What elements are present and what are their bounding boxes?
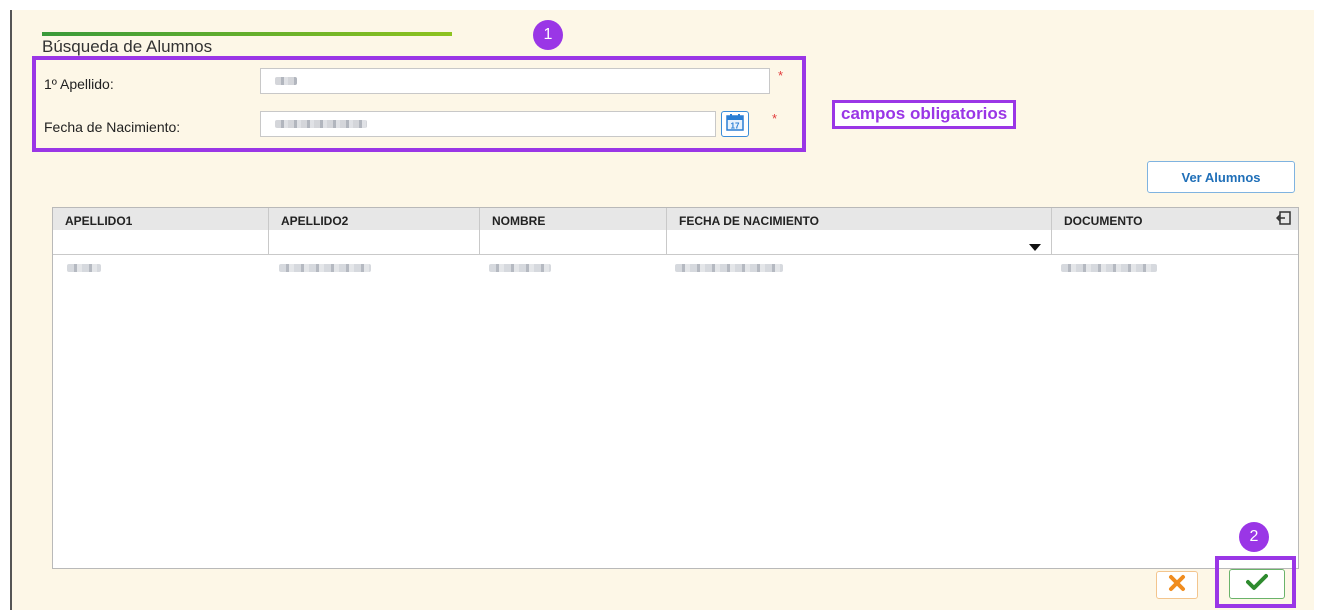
cell-apellido1-redacted [67, 264, 101, 272]
export-icon[interactable] [1275, 210, 1292, 231]
cell-documento-redacted [1061, 264, 1157, 272]
apellido-required-mark: * [778, 68, 784, 83]
fecha-required-mark: * [772, 111, 778, 126]
column-header-fecha-nacimiento[interactable]: FECHA DE NACIMIENTO [667, 208, 1052, 230]
close-icon [1167, 573, 1187, 598]
filter-documento[interactable] [1052, 230, 1298, 254]
calendar-button[interactable]: 17 [721, 111, 749, 137]
apellido-label: 1º Apellido: [44, 76, 114, 92]
svg-text:17: 17 [731, 121, 740, 130]
column-header-apellido2[interactable]: APELLIDO2 [269, 208, 480, 230]
search-panel: Búsqueda de Alumnos 1 1º Apellido: * Fec… [10, 10, 1314, 610]
filter-nombre[interactable] [480, 230, 667, 254]
check-icon [1246, 573, 1268, 596]
title-accent-bar [42, 32, 452, 36]
column-header-apellido1[interactable]: APELLIDO1 [53, 208, 269, 230]
step-badge-2: 2 [1239, 522, 1269, 552]
fecha-nacimiento-label: Fecha de Nacimiento: [44, 119, 181, 135]
apellido-input[interactable] [260, 68, 770, 94]
calendar-icon: 17 [725, 112, 745, 137]
grid-filter-row [53, 230, 1298, 255]
filter-apellido1[interactable] [53, 230, 269, 254]
section-title: Búsqueda de Alumnos [42, 37, 213, 56]
chevron-down-icon[interactable] [1029, 239, 1041, 257]
column-header-documento[interactable]: DOCUMENTO [1052, 208, 1298, 230]
cancel-button[interactable] [1156, 571, 1198, 599]
cell-apellido2-redacted [279, 264, 371, 272]
cell-nombre-redacted [489, 264, 551, 272]
fecha-nacimiento-input[interactable] [260, 111, 716, 137]
cell-fecha-redacted [675, 264, 783, 272]
filter-fecha-nacimiento[interactable] [667, 230, 1052, 254]
students-grid: APELLIDO1 APELLIDO2 NOMBRE FECHA DE NACI… [52, 207, 1299, 569]
filter-apellido2[interactable] [269, 230, 480, 254]
step-badge-1: 1 [533, 20, 563, 50]
accept-button[interactable] [1229, 569, 1285, 599]
required-fields-note: campos obligatorios [832, 100, 1017, 129]
grid-header: APELLIDO1 APELLIDO2 NOMBRE FECHA DE NACI… [53, 208, 1298, 231]
column-header-nombre[interactable]: NOMBRE [480, 208, 667, 230]
ver-alumnos-button[interactable]: Ver Alumnos [1147, 161, 1295, 193]
